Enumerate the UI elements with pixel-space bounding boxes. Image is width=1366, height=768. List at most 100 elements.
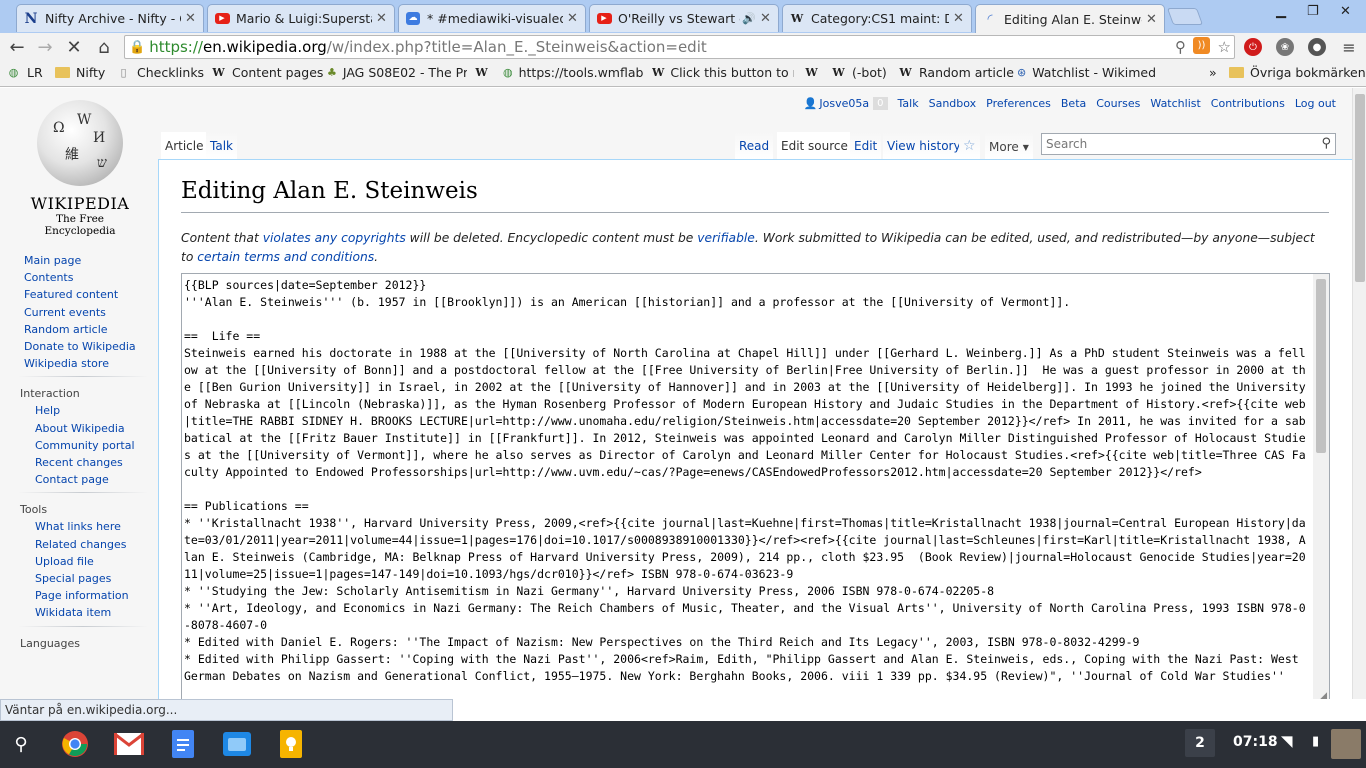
menu-icon[interactable]: ≡ — [1340, 38, 1358, 57]
stop-loading-icon[interactable]: ✕ — [63, 36, 85, 58]
sidebar-item-special-pages[interactable]: Special pages — [0, 570, 158, 587]
chrome-icon[interactable] — [60, 729, 90, 759]
extension-icon[interactable]: ● — [1308, 38, 1326, 56]
bookmark-item[interactable]: W Random article — [898, 65, 1014, 80]
keep-icon[interactable] — [276, 729, 306, 759]
wikipedia-logo[interactable]: Ω W И 維 ש WIKIPEDIA The Free Encyclopedi… — [20, 100, 140, 237]
files-icon[interactable] — [222, 729, 252, 759]
tab-more[interactable]: More ▼ — [985, 132, 1033, 159]
page-scrollbar[interactable] — [1352, 88, 1366, 699]
sidebar-item-wikidata-item[interactable]: Wikidata item — [0, 604, 158, 621]
bookmark-folder[interactable]: Nifty — [55, 65, 105, 80]
close-icon[interactable]: ✕ — [1146, 12, 1158, 27]
close-icon[interactable]: ✕ — [567, 11, 579, 26]
new-tab-button[interactable] — [1166, 8, 1204, 25]
beta-link[interactable]: Beta — [1061, 97, 1086, 110]
bookmark-item[interactable]: W — [804, 65, 825, 80]
clock[interactable]: 07:18 — [1233, 734, 1278, 750]
sidebar-item-recent-changes[interactable]: Recent changes — [0, 454, 158, 471]
docs-icon[interactable] — [168, 729, 198, 759]
verifiable-link[interactable]: verifiable — [697, 231, 755, 245]
browser-tab-irc[interactable]: ☁ * #mediawiki-visualedito ✕ — [398, 4, 586, 32]
sidebar-item-upload-file[interactable]: Upload file — [0, 553, 158, 570]
sidebar-item-about[interactable]: About Wikipedia — [0, 420, 158, 437]
close-icon[interactable]: ✕ — [185, 11, 197, 26]
wikitext-editor[interactable]: {{BLP sources|date=September 2012}} '''A… — [182, 274, 1313, 699]
adblock-icon[interactable]: ⏻ — [1244, 38, 1262, 56]
watch-star-icon[interactable]: ☆ — [959, 132, 980, 159]
wifi-icon[interactable]: ◥ — [1281, 732, 1293, 750]
bookmark-item[interactable]: W Content pages — [211, 65, 323, 80]
sidebar-item-random-article[interactable]: Random article — [0, 321, 158, 338]
search-input[interactable]: Search ⚲ — [1041, 133, 1336, 155]
preferences-link[interactable]: Preferences — [986, 97, 1051, 110]
tab-talk[interactable]: Talk — [206, 132, 237, 159]
talk-link[interactable]: Talk — [898, 97, 919, 110]
battery-icon[interactable]: ▮ — [1312, 734, 1319, 749]
watchlist-link[interactable]: Watchlist — [1150, 97, 1200, 110]
star-icon[interactable]: ☆ — [1218, 38, 1231, 56]
notification-badge[interactable]: 0 — [873, 97, 888, 110]
tab-edit-source[interactable]: Edit source — [777, 132, 852, 159]
bookmark-item[interactable]: ▯ Checklinks — [116, 65, 204, 80]
editor-scrollbar[interactable] — [1313, 274, 1329, 699]
browser-tab-oreilly[interactable]: ▶ O'Reilly vs Stewart de 🔊 ✕ — [589, 4, 779, 32]
address-bar[interactable]: 🔒 https://en.wikipedia.org/w/index.php?t… — [124, 35, 1235, 59]
browser-tab-editing[interactable]: ◜ Editing Alan E. Steinweis ✕ — [975, 4, 1165, 33]
bookmark-item[interactable]: ◍ https://tools.wmflab — [503, 65, 643, 80]
sidebar-item-what-links-here[interactable]: What links here — [0, 518, 158, 535]
tab-title: * #mediawiki-visualedito — [427, 11, 563, 26]
avatar[interactable] — [1331, 729, 1361, 759]
search-icon[interactable]: ⚲ — [1175, 38, 1186, 56]
contributions-link[interactable]: Contributions — [1211, 97, 1285, 110]
close-window-icon[interactable]: ✕ — [1340, 4, 1351, 19]
gmail-icon[interactable] — [114, 729, 144, 759]
other-bookmarks-folder[interactable]: Övriga bokmärken — [1229, 65, 1366, 80]
rss-icon[interactable]: )) — [1193, 37, 1210, 54]
sidebar-item-current-events[interactable]: Current events — [0, 304, 158, 321]
sidebar-item-related-changes[interactable]: Related changes — [0, 536, 158, 553]
copyright-link[interactable]: violates any copyrights — [263, 231, 406, 245]
minimize-icon[interactable]: ▁ — [1276, 4, 1286, 19]
sidebar-item-contents[interactable]: Contents — [0, 269, 158, 286]
search-icon[interactable]: ⚲ — [6, 729, 36, 759]
tab-read[interactable]: Read — [735, 132, 774, 159]
home-icon[interactable]: ⌂ — [93, 36, 115, 58]
back-arrow-icon[interactable]: ← — [6, 36, 28, 58]
sidebar-item-page-information[interactable]: Page information — [0, 587, 158, 604]
extension-icon[interactable]: ❀ — [1276, 38, 1294, 56]
sidebar-item-help[interactable]: Help — [0, 402, 158, 419]
sidebar-item-store[interactable]: Wikipedia store — [0, 355, 158, 372]
sidebar-item-main-page[interactable]: Main page — [0, 252, 158, 269]
close-icon[interactable]: ✕ — [953, 11, 965, 26]
tab-edit[interactable]: Edit — [850, 132, 882, 159]
user-page-link[interactable]: Josve05a — [819, 97, 869, 110]
sidebar-item-community-portal[interactable]: Community portal — [0, 437, 158, 454]
resize-grip-icon[interactable]: ◢ — [1320, 691, 1327, 699]
notification-count[interactable]: 2 — [1185, 729, 1215, 757]
bookmark-item[interactable]: W Click this button to re — [652, 65, 794, 80]
terms-link[interactable]: certain terms and conditions — [197, 250, 374, 264]
maximize-icon[interactable]: ❐ — [1307, 4, 1319, 19]
browser-tab-category[interactable]: W Category:CS1 maint: Dat ✕ — [782, 4, 972, 32]
browser-tab-mario[interactable]: ▶ Mario & Luigi:Superstar S ✕ — [207, 4, 395, 32]
search-icon[interactable]: ⚲ — [1321, 136, 1331, 151]
courses-link[interactable]: Courses — [1096, 97, 1140, 110]
bookmark-item[interactable]: W — [474, 65, 495, 80]
browser-tab-nifty[interactable]: N Nifty Archive - Nifty - Ga ✕ — [16, 4, 204, 32]
logout-link[interactable]: Log out — [1295, 97, 1336, 110]
tab-article[interactable]: Article — [161, 132, 208, 159]
close-icon[interactable]: ✕ — [760, 11, 772, 26]
bookmark-item[interactable]: ⊛ Watchlist - Wikimedi — [1017, 65, 1157, 80]
forward-arrow-icon[interactable]: → — [34, 36, 56, 58]
sandbox-link[interactable]: Sandbox — [929, 97, 977, 110]
bookmark-item[interactable]: ♣ JAG S08E02 - The Pr — [327, 65, 467, 80]
tab-view-history[interactable]: View history — [883, 132, 965, 159]
bookmarks-overflow-icon[interactable]: » — [1209, 65, 1217, 80]
bookmark-item[interactable]: ◍ LR — [6, 65, 43, 80]
sidebar-item-featured-content[interactable]: Featured content — [0, 286, 158, 303]
bookmark-item[interactable]: W (-bot) — [831, 65, 886, 80]
close-icon[interactable]: ✕ — [376, 11, 388, 26]
sidebar-item-donate[interactable]: Donate to Wikipedia — [0, 338, 158, 355]
sidebar-item-contact[interactable]: Contact page — [0, 471, 158, 488]
